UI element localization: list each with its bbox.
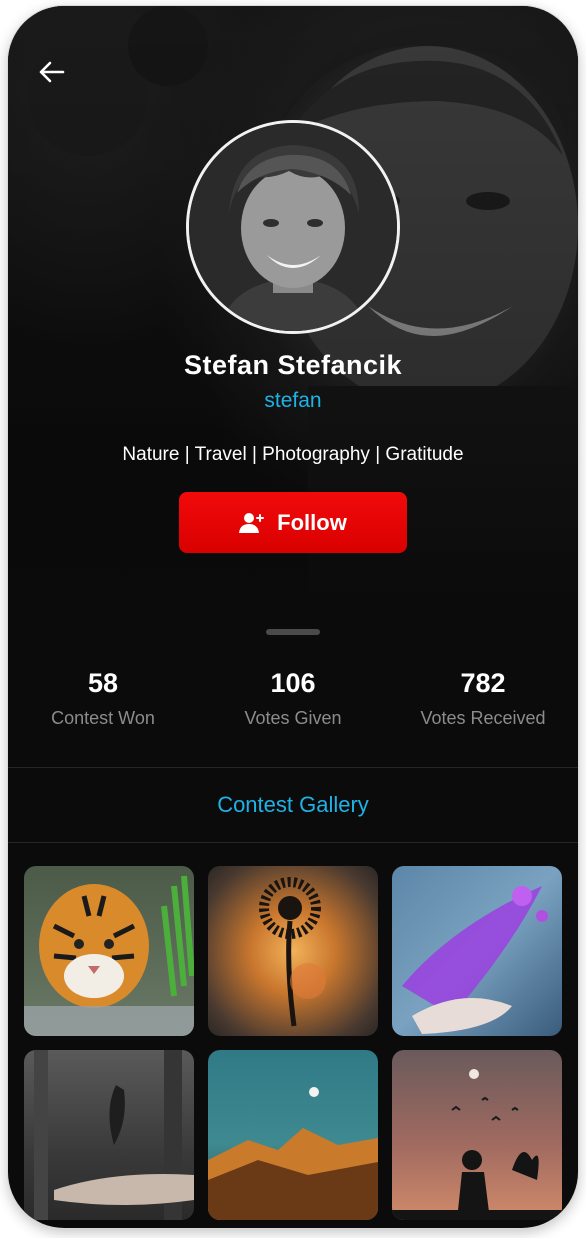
gallery-item-silhouette[interactable] — [392, 1050, 562, 1220]
drag-handle[interactable] — [266, 629, 320, 635]
purple-powder-image — [402, 886, 548, 1034]
gallery-item-purple-powder[interactable] — [392, 866, 562, 1036]
stat-label: Votes Received — [420, 708, 546, 728]
stat-value: 58 — [87, 668, 119, 698]
profile-interests: Nature | Travel | Photography | Gratitud… — [122, 444, 464, 465]
profile-username[interactable]: stefan — [8, 389, 578, 413]
stat-value: 106 — [270, 668, 316, 698]
divider — [8, 842, 578, 843]
profile-name: Stefan Stefancik — [183, 350, 403, 380]
gallery-item-moon-mountain[interactable] — [208, 1050, 378, 1220]
stat-votes-given: 106 Votes Given — [198, 666, 388, 729]
silhouette-birds-image — [392, 1069, 562, 1220]
feather-hand-image — [34, 1050, 194, 1220]
avatar-portrait-image — [189, 123, 397, 331]
back-button[interactable] — [34, 54, 70, 90]
arrow-left-icon — [39, 61, 65, 83]
profile-screen: Stefan Stefancik stefan Nature | Travel … — [8, 6, 578, 1228]
stat-label: Contest Won — [51, 708, 155, 728]
dandelion-image — [259, 877, 326, 1027]
stat-value: 782 — [460, 668, 506, 698]
follow-button[interactable]: Follow — [179, 492, 407, 553]
gallery-item-dandelion[interactable] — [208, 866, 378, 1036]
stat-contest-won: 58 Contest Won — [8, 666, 198, 729]
contest-gallery-tab[interactable]: Contest Gallery — [8, 792, 578, 818]
divider — [8, 767, 578, 768]
gallery-item-tiger[interactable] — [24, 866, 194, 1036]
avatar — [186, 120, 400, 334]
stat-label: Votes Given — [244, 708, 342, 728]
mountain-image — [208, 1087, 378, 1220]
add-user-icon — [239, 512, 265, 533]
tiger-image — [24, 875, 194, 1036]
stat-votes-received: 782 Votes Received — [388, 666, 578, 729]
follow-label: Follow — [277, 509, 347, 535]
gallery-item-feather[interactable] — [24, 1050, 194, 1220]
